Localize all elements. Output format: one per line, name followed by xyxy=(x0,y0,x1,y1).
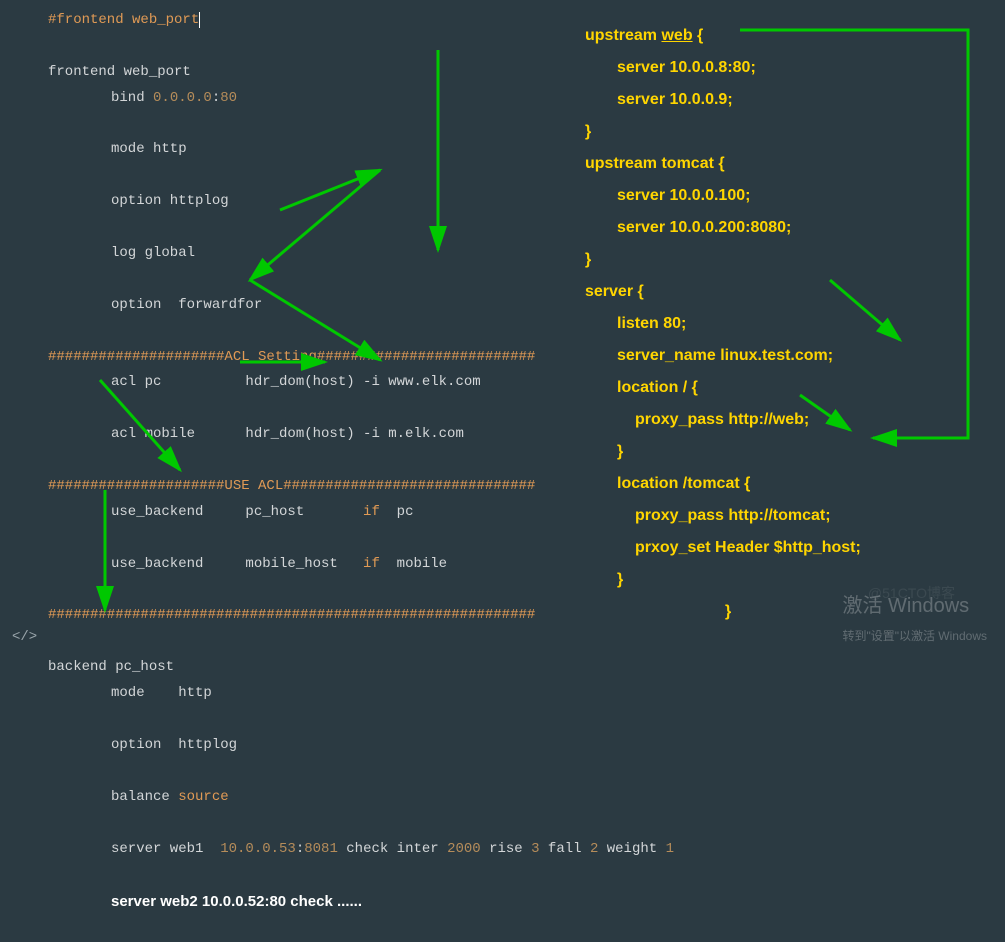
log-global: log global xyxy=(48,241,585,267)
code-icon: </> xyxy=(12,625,37,651)
upstream-web-server2: server 10.0.0.9; xyxy=(585,84,995,116)
proxy-set-header: prxoy_set Header $http_host; xyxy=(585,532,995,564)
divider-hash: ########################################… xyxy=(48,607,535,623)
mode-line: mode http xyxy=(48,137,585,163)
acl-heading: #####################ACL Setting########… xyxy=(48,349,535,365)
server-web2: server web2 10.0.0.52:80 check ...... xyxy=(48,888,585,916)
proxy-pass-tomcat: proxy_pass http://tomcat; xyxy=(585,500,995,532)
frontend-decl: frontend web_port xyxy=(48,64,191,80)
upstream-web-name: web xyxy=(661,27,692,44)
balance-source: source xyxy=(178,789,228,805)
watermark-sub: 转到"设置"以激活 Windows xyxy=(842,625,987,647)
upstream-tomcat-server1: server 10.0.0.100; xyxy=(585,180,995,212)
code-block: #frontend web_port frontend web_port bin… xyxy=(48,8,585,942)
upstream-web-kw: upstream xyxy=(585,27,661,44)
proxy-pass-web: proxy_pass http://web; xyxy=(585,404,995,436)
server-name: server_name linux.test.com; xyxy=(585,340,995,372)
acl-mobile: acl mobile hdr_dom(host) -i m.elk.com xyxy=(48,422,585,448)
use-acl-heading: #####################USE ACL############… xyxy=(48,478,535,494)
backend-option: option httplog xyxy=(48,733,585,759)
upstream-tomcat-server2: server 10.0.0.200:8080; xyxy=(585,212,995,244)
upstream-tomcat: upstream tomcat { xyxy=(585,148,995,180)
option-forwardfor: option forwardfor xyxy=(48,293,585,319)
close-brace: } xyxy=(585,116,995,148)
balance-kw: balance xyxy=(111,789,178,805)
close-brace: } xyxy=(585,244,995,276)
haproxy-config-pane: #frontend web_port frontend web_port bin… xyxy=(0,0,585,657)
backend-mode: mode http xyxy=(48,681,585,707)
bind-kw: bind xyxy=(111,90,153,106)
close-brace: } xyxy=(585,436,995,468)
acl-pc: acl pc hdr_dom(host) -i www.elk.com xyxy=(48,370,585,396)
comment-line: #frontend web_port xyxy=(48,12,200,28)
upstream-web-server1: server 10.0.0.8:80; xyxy=(585,52,995,84)
server-block: server { xyxy=(585,276,995,308)
backend-decl: backend pc_host xyxy=(48,659,174,675)
server-web1: server web1 xyxy=(111,841,220,857)
nginx-config-pane: upstream web { server 10.0.0.8:80; serve… xyxy=(585,20,995,628)
watermark-title: 激活 Windows xyxy=(842,588,987,625)
bind-port: 80 xyxy=(220,90,237,106)
use-backend-pc: use_backend pc_host xyxy=(111,504,363,520)
option-httplog: option httplog xyxy=(48,189,585,215)
bind-ip: 0.0.0.0 xyxy=(153,90,212,106)
listen-80: listen 80; xyxy=(585,308,995,340)
location-tomcat: location /tomcat { xyxy=(585,468,995,500)
windows-activation-watermark: 激活 Windows 转到"设置"以激活 Windows xyxy=(842,588,987,647)
location-root: location / { xyxy=(585,372,995,404)
use-backend-mobile: use_backend mobile_host xyxy=(111,556,363,572)
